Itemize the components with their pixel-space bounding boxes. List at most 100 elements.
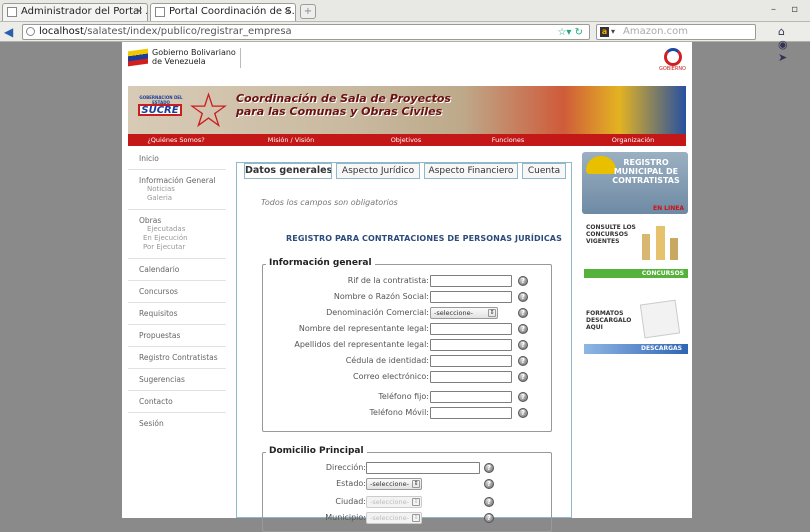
denominacion-select[interactable]: -seleccione- ⇕	[430, 307, 498, 319]
toolbar-icons[interactable]: ⌂ ◉ ➤	[778, 25, 810, 64]
sidebar-item-por-ejecutar[interactable]: Por Ejecutar	[139, 243, 226, 252]
help-icon[interactable]: ?	[518, 392, 528, 402]
chevron-down-icon[interactable]: ▾	[611, 25, 615, 39]
registro-contratistas-banner[interactable]: REGISTRO MUNICIPAL DE CONTRATISTAS EN LI…	[582, 152, 688, 214]
tab-cuenta[interactable]: Cuenta	[522, 163, 566, 179]
close-icon[interactable]: ✕	[283, 4, 291, 20]
apellidos-representante-label: Apellidos del representante legal:	[294, 340, 429, 349]
sidebar-item-galeria[interactable]: Galeria	[139, 194, 226, 203]
help-icon[interactable]: ?	[484, 497, 494, 507]
sidebar-item-informacion-general[interactable]: Información General	[139, 176, 226, 185]
gobierno-logo-text: GOBIERNO	[658, 66, 686, 72]
nombre-input[interactable]	[430, 291, 512, 303]
tab-aspecto-financiero[interactable]: Aspecto Financiero	[424, 163, 518, 179]
estado-value: -seleccione-	[370, 480, 409, 488]
url-bar[interactable]: localhost/salatest/index/publico/registr…	[22, 24, 590, 40]
sidebar-item-ejecutadas[interactable]: Ejecutadas	[139, 225, 226, 234]
cedula-input[interactable]	[430, 355, 512, 367]
formatos-banner[interactable]: FORMATOS DESCARGALO AQUI DESCARGAS	[584, 299, 688, 354]
help-icon[interactable]: ?	[518, 308, 528, 318]
chevron-updown-icon: ⇕	[412, 498, 420, 506]
help-icon[interactable]: ?	[518, 356, 528, 366]
help-icon[interactable]: ?	[484, 479, 494, 489]
help-icon[interactable]: ?	[484, 463, 494, 473]
sucre-text: SUCRE	[138, 104, 182, 116]
help-icon[interactable]: ?	[518, 372, 528, 382]
sidebar-item-registro-contratistas[interactable]: Registro Contratistas	[128, 347, 226, 369]
sucre-logo[interactable]: GOBERNACION DEL ESTADO SUCRE ☆	[132, 87, 230, 135]
gov-name-line2: de Venezuela	[152, 57, 206, 66]
new-tab-button[interactable]: +	[300, 4, 316, 19]
help-icon[interactable]: ?	[518, 276, 528, 286]
nombre-label: Nombre o Razón Social:	[333, 292, 429, 301]
close-icon[interactable]: ✕	[135, 4, 143, 20]
sidebar-item-propuestas[interactable]: Propuestas	[128, 325, 226, 347]
web-page: Gobierno Bolivariano de Venezuela GOBIER…	[122, 42, 692, 532]
gov-logo[interactable]: Gobierno Bolivariano de Venezuela	[128, 48, 241, 68]
menu-item-objetivos[interactable]: Objetivos	[376, 134, 436, 146]
main-menu: ¿Quiénes Somos? Misión / Visión Objetivo…	[128, 134, 686, 146]
registro-banner-title: REGISTRO MUNICIPAL DE CONTRATISTAS	[612, 158, 680, 185]
sidebar-item-concursos[interactable]: Concursos	[128, 281, 226, 303]
registro-banner-sub: EN LINEA	[652, 205, 684, 212]
url-host: localhost	[39, 26, 84, 37]
search-box[interactable]: a ▾ Amazon.com	[596, 24, 756, 40]
help-icon[interactable]: ?	[518, 408, 528, 418]
sidebar: Inicio Información General Noticias Gale…	[128, 148, 226, 435]
gov-name-line1: Gobierno Bolivariano	[152, 48, 236, 57]
rif-input[interactable]	[430, 275, 512, 287]
sidebar-item-obras[interactable]: Obras	[139, 216, 226, 225]
amazon-icon: a	[600, 27, 609, 37]
correo-input[interactable]	[430, 371, 512, 383]
browser-nav-bar: ◀ localhost/salatest/index/publico/regis…	[0, 22, 810, 64]
menu-item-quienes-somos[interactable]: ¿Quiénes Somos?	[136, 134, 216, 146]
browser-tab-bar: Administrador del Portal ... ✕ Portal Co…	[0, 0, 810, 22]
apellidos-representante-input[interactable]	[430, 339, 512, 351]
domicilio-legend: Domicilio Principal	[266, 446, 367, 456]
direccion-input[interactable]	[366, 462, 480, 474]
concursos-banner[interactable]: CONSULTE LOS CONCURSOS VIGENTES CONCURSO…	[584, 218, 688, 278]
form-title: REGISTRO PARA CONTRATACIONES DE PERSONAS…	[286, 234, 562, 243]
sidebar-item-requisitos[interactable]: Requisitos	[128, 303, 226, 325]
browser-tab-label: Administrador del Portal ...	[21, 6, 148, 17]
help-icon[interactable]: ?	[518, 340, 528, 350]
site-banner: GOBERNACION DEL ESTADO SUCRE ☆ Coordinac…	[128, 86, 686, 136]
browser-tab-1[interactable]: Administrador del Portal ... ✕	[2, 3, 148, 21]
nombre-representante-label: Nombre del representante legal:	[298, 324, 429, 333]
window-controls[interactable]: – ▫	[771, 4, 804, 15]
star-icon: ☆	[187, 86, 231, 136]
menu-item-organizacion[interactable]: Organización	[600, 134, 666, 146]
nombre-representante-input[interactable]	[430, 323, 512, 335]
back-arrow-icon[interactable]: ◀	[4, 24, 18, 40]
telefono-fijo-input[interactable]	[430, 391, 512, 403]
sidebar-item-sugerencias[interactable]: Sugerencias	[128, 369, 226, 391]
help-icon[interactable]: ?	[518, 292, 528, 302]
sidebar-item-sesion[interactable]: Sesión	[128, 413, 226, 435]
sidebar-item-contacto[interactable]: Contacto	[128, 391, 226, 413]
tab-aspecto-juridico[interactable]: Aspecto Jurídico	[336, 163, 420, 179]
cedula-label: Cédula de identidad:	[345, 356, 429, 365]
sidebar-item-en-ejecucion[interactable]: En Ejecución	[139, 234, 226, 243]
bookmark-reload-icons[interactable]: ☆▾ ↻	[557, 26, 583, 40]
rif-label: Rif de la contratista:	[347, 276, 429, 285]
concursos-banner-title: CONSULTE LOS CONCURSOS VIGENTES	[586, 224, 636, 245]
sidebar-item-noticias[interactable]: Noticias	[139, 185, 226, 194]
menu-item-mision-vision[interactable]: Misión / Visión	[256, 134, 326, 146]
menu-item-funciones[interactable]: Funciones	[478, 134, 538, 146]
ciudad-select[interactable]: -seleccione- ⇕	[366, 496, 422, 508]
telefono-fijo-label: Teléfono fijo:	[378, 392, 429, 401]
chevron-updown-icon: ⇕	[412, 480, 420, 488]
page-icon	[155, 7, 165, 17]
tab-datos-generales[interactable]: Datos generales	[244, 163, 332, 179]
sidebar-item-inicio[interactable]: Inicio	[128, 148, 226, 170]
municipio-select[interactable]: -seleccione- ⇕	[366, 512, 422, 524]
sidebar-item-calendario[interactable]: Calendario	[128, 259, 226, 281]
help-icon[interactable]: ?	[518, 324, 528, 334]
estado-select[interactable]: -seleccione- ⇕	[366, 478, 422, 490]
concursos-bar: CONCURSOS	[584, 269, 688, 278]
telefono-movil-input[interactable]	[430, 407, 512, 419]
help-icon[interactable]: ?	[484, 513, 494, 523]
chess-pieces-icon	[642, 226, 678, 260]
estado-label: Estado:	[336, 479, 366, 488]
browser-tab-2[interactable]: Portal Coordinación de S... ✕	[150, 3, 296, 21]
